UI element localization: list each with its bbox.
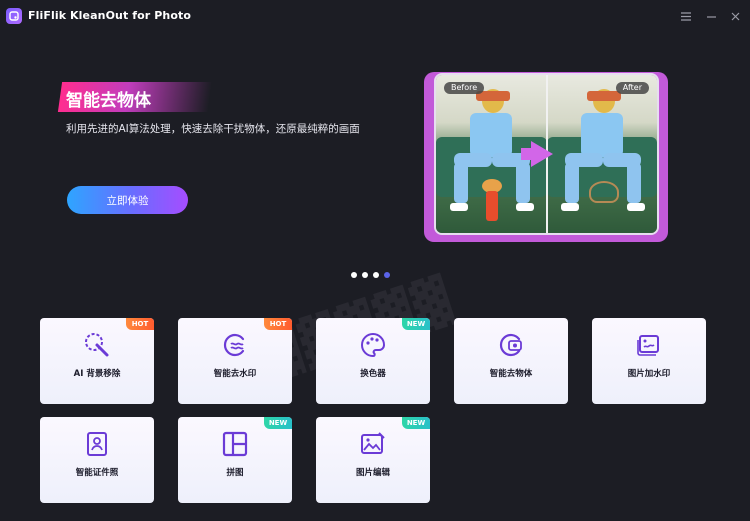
before-label: Before (444, 82, 485, 94)
new-badge: NEW (402, 318, 430, 330)
feature-card-add-watermark[interactable]: 图片加水印 (592, 318, 706, 404)
feature-card-collage[interactable]: NEW 拼图 (178, 417, 292, 503)
feature-label: 智能去物体 (489, 369, 533, 379)
carousel-dot-4[interactable] (384, 272, 390, 278)
try-now-button[interactable]: 立即体验 (67, 186, 188, 214)
magic-brush-icon (83, 331, 111, 359)
carousel-dot-2[interactable] (362, 272, 368, 278)
after-label: After (615, 82, 649, 94)
hot-badge: HOT (264, 318, 292, 330)
feature-label: 智能证件照 (75, 468, 119, 478)
feature-label: 拼图 (226, 468, 244, 478)
add-watermark-icon (635, 331, 663, 359)
feature-card-color-changer[interactable]: NEW 换色器 (316, 318, 430, 404)
app-logo-icon (6, 8, 22, 24)
hero-title: 智能去物体 (66, 91, 151, 111)
object-remove-icon (497, 331, 525, 359)
app-title: FliFlik KleanOut for Photo (28, 9, 191, 22)
image-edit-icon (359, 430, 387, 458)
feature-label: 图片加水印 (627, 369, 671, 379)
title-bar: FliFlik KleanOut for Photo (0, 0, 750, 32)
feature-card-smart-object-remove[interactable]: 智能去物体 (454, 318, 568, 404)
carousel-dots (351, 272, 390, 278)
hot-badge: HOT (126, 318, 154, 330)
feature-label: 智能去水印 (213, 369, 257, 379)
feature-card-image-edit[interactable]: NEW 图片编辑 (316, 417, 430, 503)
close-icon[interactable] (726, 7, 744, 25)
arrow-right-icon (531, 141, 553, 167)
id-photo-icon (83, 430, 111, 458)
feature-card-smart-watermark-remove[interactable]: HOT 智能去水印 (178, 318, 292, 404)
menu-icon[interactable] (677, 7, 695, 25)
feature-label: AI 背景移除 (73, 369, 121, 379)
minimize-icon[interactable] (702, 7, 720, 25)
hero-description: 利用先进的AI算法处理，快速去除干扰物体，还原最纯粹的画面 (66, 123, 360, 135)
feature-label: 换色器 (360, 369, 386, 379)
watermark-remove-icon (221, 331, 249, 359)
after-image: After (546, 75, 657, 233)
carousel-dot-3[interactable] (373, 272, 379, 278)
carousel-dot-1[interactable] (351, 272, 357, 278)
collage-icon (221, 430, 249, 458)
feature-card-ai-background-remove[interactable]: HOT AI 背景移除 (40, 318, 154, 404)
feature-label: 图片编辑 (355, 468, 390, 478)
palette-icon (359, 331, 387, 359)
new-badge: NEW (264, 417, 292, 429)
feature-card-id-photo[interactable]: 智能证件照 (40, 417, 154, 503)
new-badge: NEW (402, 417, 430, 429)
